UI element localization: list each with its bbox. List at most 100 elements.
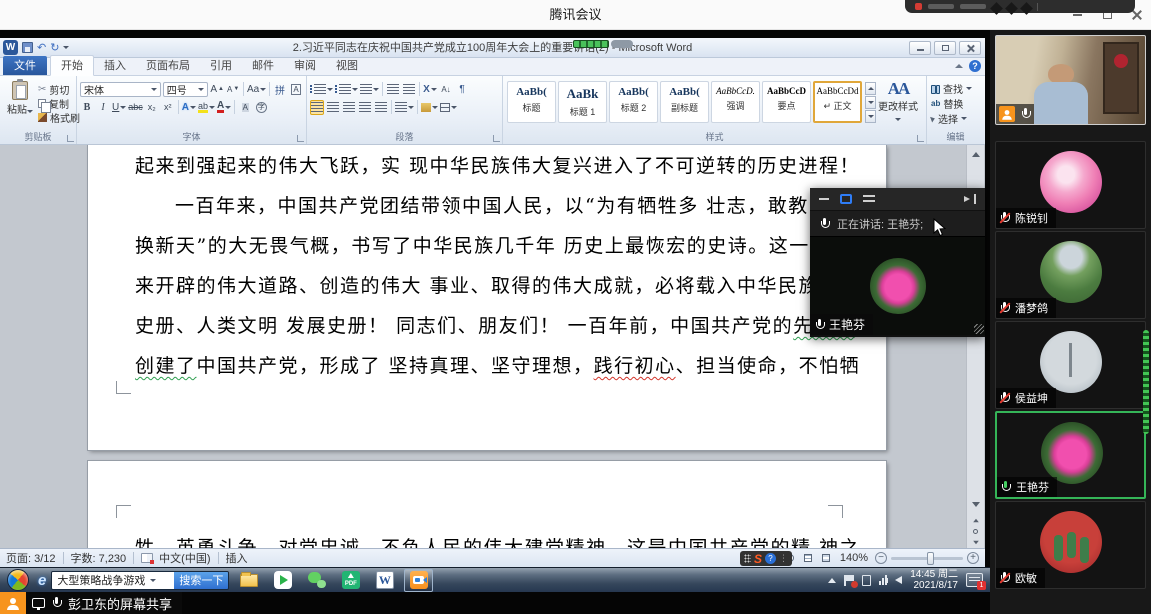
select-button[interactable]: 选择 xyxy=(927,111,984,126)
ime-icon[interactable] xyxy=(862,575,871,586)
language-indicator[interactable]: 中文(中国) xyxy=(159,550,210,566)
style-strong[interactable]: AaBbCcD要点 xyxy=(762,81,811,123)
word-titlebar[interactable]: W ↶ ↻ 2.习近平同志在庆祝中国共产党成立100周年大会上的重要讲话(2) … xyxy=(0,38,985,58)
input-menu-icon[interactable]: ⋮ xyxy=(779,553,788,564)
meeting-toolbar-popup[interactable] xyxy=(905,0,1135,13)
participant-tile-speaking[interactable]: 王艳芬 xyxy=(995,411,1146,499)
participant-tile[interactable]: 欧敏 xyxy=(995,501,1146,589)
phonetic-guide-button[interactable]: 拼 xyxy=(273,82,287,97)
sidebar-scrollbar[interactable] xyxy=(1143,330,1149,434)
word-taskbar-icon[interactable]: W xyxy=(370,569,399,592)
tencent-video-taskbar-icon[interactable] xyxy=(268,569,297,592)
panel-list-view-icon[interactable] xyxy=(863,195,875,203)
document-page-4[interactable]: 牲、英勇斗争、对党忠诚、不负人民的伟大建党精神，这是中国共产党的精 神之 xyxy=(88,461,886,548)
zoom-level[interactable]: 140% xyxy=(840,552,868,564)
drag-handle-icon[interactable] xyxy=(744,554,751,563)
numbering-button[interactable] xyxy=(335,82,358,97)
subscript-button[interactable]: x₂ xyxy=(145,100,159,115)
word-close-button[interactable] xyxy=(959,41,981,55)
page-indicator[interactable]: 页面: 3/12 xyxy=(6,550,56,566)
change-case-button[interactable]: Aa xyxy=(247,82,266,97)
tab-view[interactable]: 视图 xyxy=(326,56,368,75)
save-icon[interactable] xyxy=(22,42,33,53)
zoom-in-button[interactable]: + xyxy=(967,552,979,564)
floating-video-panel[interactable]: 正在讲话: 王艳芬; 王艳芬 xyxy=(810,188,985,337)
proofing-icon[interactable] xyxy=(141,553,153,563)
cut-button[interactable]: ✂剪切 xyxy=(38,82,80,96)
qat-dropdown-icon[interactable] xyxy=(63,46,69,49)
ie-icon[interactable]: e xyxy=(38,572,46,589)
underline-button[interactable]: U xyxy=(112,100,126,115)
find-button[interactable]: 查找 xyxy=(927,81,984,96)
sogou-icon[interactable]: S xyxy=(754,553,762,565)
redo-icon[interactable]: ↻ xyxy=(50,41,59,55)
paste-button[interactable]: 粘贴 xyxy=(4,81,36,116)
action-center-icon[interactable] xyxy=(844,575,854,586)
align-center-button[interactable] xyxy=(326,100,340,115)
panel-video[interactable]: 王艳芬 xyxy=(810,236,985,335)
tab-page-layout[interactable]: 页面布局 xyxy=(136,56,200,75)
justify-button[interactable] xyxy=(358,100,372,115)
font-size-combo[interactable]: 四号 xyxy=(163,82,208,97)
volume-icon[interactable] xyxy=(895,576,902,584)
help-icon[interactable]: ? xyxy=(969,60,981,72)
align-left-button[interactable] xyxy=(310,100,324,115)
panel-video-view-icon[interactable] xyxy=(840,194,852,204)
search-go-button[interactable]: 搜索一下 xyxy=(174,572,228,589)
scroll-down-arrow[interactable] xyxy=(968,497,983,512)
participant-tile[interactable]: 侯益坤 xyxy=(995,321,1146,409)
style-heading1[interactable]: AaBk标题 1 xyxy=(558,81,607,123)
panel-exit-icon[interactable] xyxy=(964,194,976,204)
character-shading-button[interactable]: A xyxy=(238,100,252,115)
tab-home[interactable]: 开始 xyxy=(50,55,94,76)
taskbar-clock[interactable]: 14:45 周二 2021/8/17 xyxy=(910,569,958,591)
zoom-slider-handle[interactable] xyxy=(927,552,934,565)
styles-dialog-launcher[interactable] xyxy=(917,135,924,142)
style-heading2[interactable]: AaBb(标题 2 xyxy=(609,81,658,123)
decrease-indent-button[interactable] xyxy=(386,82,400,97)
panel-minimize-icon[interactable] xyxy=(819,198,829,200)
align-right-button[interactable] xyxy=(342,100,356,115)
clipboard-dialog-launcher[interactable] xyxy=(67,135,74,142)
scroll-up-arrow[interactable] xyxy=(968,147,983,162)
participant-tile[interactable]: 潘梦鸽 xyxy=(995,231,1146,319)
enclose-characters-button[interactable]: 字 xyxy=(254,100,268,115)
line-spacing-button[interactable] xyxy=(395,100,414,115)
select-browse-object-button[interactable] xyxy=(968,526,983,537)
shrink-font-button[interactable]: A▼ xyxy=(226,82,240,97)
bold-button[interactable]: B xyxy=(80,100,94,115)
style-title[interactable]: AaBb(标题 xyxy=(507,81,556,123)
superscript-button[interactable]: x² xyxy=(161,100,175,115)
tab-file[interactable]: 文件 xyxy=(3,56,47,75)
tab-review[interactable]: 审阅 xyxy=(284,56,326,75)
search-input[interactable]: 大型策略战争游戏 xyxy=(52,572,174,589)
previous-page-button[interactable] xyxy=(968,515,983,526)
sort-button[interactable]: A↓ xyxy=(439,82,453,97)
shading-button[interactable] xyxy=(421,100,438,115)
text-effects-button[interactable]: A xyxy=(182,100,196,115)
tab-insert[interactable]: 插入 xyxy=(94,56,136,75)
meeting-taskbar-icon-active[interactable] xyxy=(404,569,433,592)
word-minimize-button[interactable] xyxy=(909,41,931,55)
resize-grip[interactable] xyxy=(974,324,984,334)
explorer-taskbar-icon[interactable] xyxy=(234,569,263,592)
word-restore-button[interactable] xyxy=(934,41,956,55)
next-page-button[interactable] xyxy=(968,537,983,548)
style-emphasis[interactable]: AaBbCcD.强调 xyxy=(711,81,760,123)
multilevel-list-button[interactable] xyxy=(360,82,379,97)
participant-tile[interactable]: 彭卫东 xyxy=(995,35,1146,125)
tab-mailings[interactable]: 邮件 xyxy=(242,56,284,75)
insert-mode-indicator[interactable]: 插入 xyxy=(226,550,248,566)
zoom-slider[interactable] xyxy=(891,557,963,560)
style-subtitle[interactable]: AaBb(副标题 xyxy=(660,81,709,123)
tray-expand-icon[interactable] xyxy=(828,578,836,583)
participant-tile[interactable]: 陈锐钊 xyxy=(995,141,1146,229)
asian-layout-button[interactable]: X xyxy=(423,82,437,97)
input-help-icon[interactable]: ? xyxy=(765,553,776,564)
word-count[interactable]: 字数: 7,230 xyxy=(71,550,127,566)
start-button[interactable] xyxy=(7,569,29,591)
document-page-3[interactable]: 起来到强起来的伟大飞跃，实 现中华民族伟大复兴进入了不可逆转的历史进程！一百年来… xyxy=(88,145,886,450)
paragraph-dialog-launcher[interactable] xyxy=(493,135,500,142)
show-marks-button[interactable]: ¶ xyxy=(455,82,469,97)
strikethrough-button[interactable]: abc xyxy=(128,100,143,115)
